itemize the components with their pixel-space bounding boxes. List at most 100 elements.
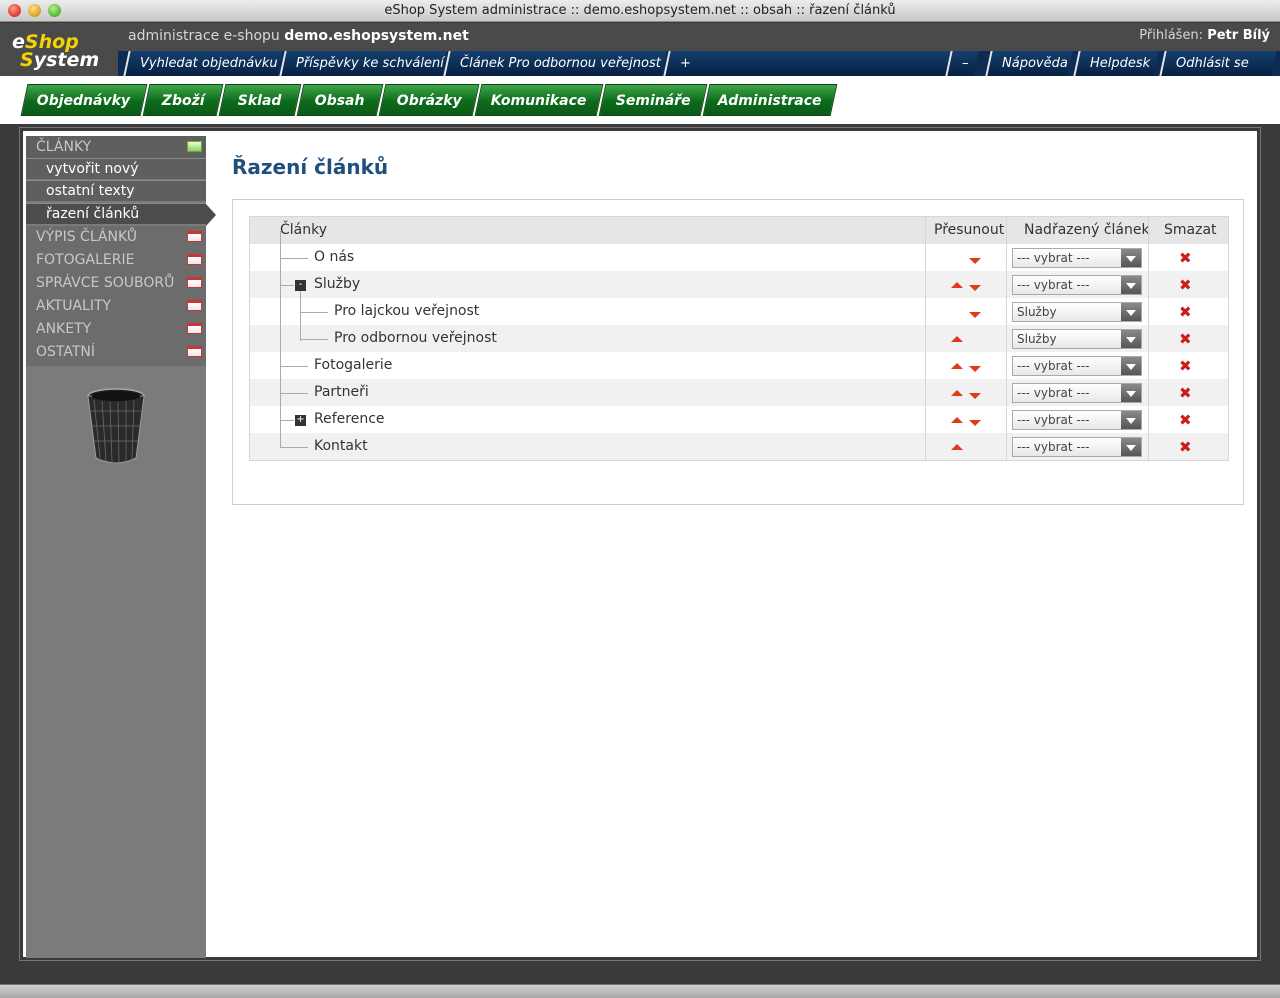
delete-icon[interactable]: ✖ [1179, 359, 1192, 374]
sidebar-section-photogallery[interactable]: FOTOGALERIE [26, 249, 206, 271]
tree-line [280, 231, 281, 447]
col-delete: Smazat [1164, 222, 1217, 238]
article-name: Partneři [314, 384, 369, 400]
sidebar-section-articles[interactable]: ČLÁNKY [26, 136, 206, 158]
logged-in-user: Přihlášen: Petr Bílý [1139, 28, 1270, 43]
move-down-icon[interactable] [969, 312, 981, 318]
folder-icon [187, 346, 202, 357]
article-name: Fotogalerie [314, 357, 393, 373]
parent-select[interactable]: Služby [1012, 329, 1142, 349]
parent-select[interactable]: Služby [1012, 302, 1142, 322]
parent-select[interactable]: --- vybrat --- [1012, 383, 1142, 403]
menu-orders[interactable]: Objednávky [20, 84, 148, 116]
move-up-icon[interactable] [951, 336, 963, 342]
move-up-icon[interactable] [951, 444, 963, 450]
move-up-icon[interactable] [951, 282, 963, 288]
parent-select[interactable]: --- vybrat --- [1012, 275, 1142, 295]
delete-icon[interactable]: ✖ [1179, 278, 1192, 293]
help-link[interactable]: Nápověda [985, 51, 1073, 76]
move-down-icon[interactable] [969, 258, 981, 264]
article-order-table: Články Přesunout Nadřazený článek Smazat… [249, 216, 1229, 461]
content-area: Řazení článků Články Přesunout Nadřazený… [208, 131, 1258, 957]
sidebar-item-article-order[interactable]: řazení článků [26, 203, 216, 226]
sidebar-item-other-texts[interactable]: ostatní texty [26, 180, 206, 201]
eshop-logo[interactable]: eShop System [10, 31, 110, 73]
move-up-icon[interactable] [951, 363, 963, 369]
chevron-down-icon [1121, 330, 1141, 348]
main-menu: Objednávky Zboží Sklad Obsah Obrázky Kom… [0, 76, 1280, 124]
quick-posts-approval[interactable]: Příspěvky ke schválení [279, 51, 447, 76]
logout-link[interactable]: Odhlásit se [1159, 51, 1277, 76]
article-name: Reference [314, 411, 385, 427]
article-name: O nás [314, 249, 355, 265]
quick-article-link[interactable]: Článek Pro odbornou veřejnost [443, 51, 667, 76]
move-down-icon[interactable] [969, 420, 981, 426]
move-down-icon[interactable] [969, 366, 981, 372]
table-row: Pro odbornou veřejnost Služby ✖ [250, 325, 1228, 352]
table-row: Fotogalerie --- vybrat --- ✖ [250, 352, 1228, 379]
menu-images[interactable]: Obrázky [378, 84, 480, 116]
chevron-down-icon [1121, 438, 1141, 456]
menu-seminars[interactable]: Semináře [598, 84, 708, 116]
shop-caption: administrace e-shopu demo.eshopsystem.ne… [128, 28, 469, 44]
table-row: Pro lajckou veřejnost Služby ✖ [250, 298, 1228, 325]
menu-communication[interactable]: Komunikace [474, 84, 604, 116]
helpdesk-link[interactable]: Helpdesk [1073, 51, 1159, 76]
parent-select[interactable]: --- vybrat --- [1012, 410, 1142, 430]
article-name: Pro lajckou veřejnost [334, 303, 480, 319]
menu-content[interactable]: Obsah [296, 84, 384, 116]
chevron-down-icon [1121, 411, 1141, 429]
delete-icon[interactable]: ✖ [1179, 251, 1192, 266]
window-statusbar [0, 984, 1280, 998]
shop-domain: demo.eshopsystem.net [284, 28, 469, 44]
col-move: Přesunout [934, 222, 1005, 238]
table-row: O nás --- vybrat --- ✖ [250, 244, 1228, 271]
quick-search-order[interactable]: Vyhledat objednávku [123, 51, 283, 76]
collapse-toggle-icon[interactable]: - [295, 280, 306, 291]
menu-administration[interactable]: Administrace [702, 84, 838, 116]
sidebar-section-news[interactable]: AKTUALITY [26, 295, 206, 317]
quick-add-button[interactable]: + [663, 51, 959, 76]
sidebar-item-create-new[interactable]: vytvořit nový [26, 158, 206, 179]
trash-bin-icon[interactable] [86, 386, 146, 466]
menu-goods[interactable]: Zboží [142, 84, 224, 116]
move-down-icon[interactable] [969, 393, 981, 399]
sidebar-section-file-manager[interactable]: SPRÁVCE SOUBORŮ [26, 272, 206, 294]
chevron-down-icon [1121, 249, 1141, 267]
delete-icon[interactable]: ✖ [1179, 386, 1192, 401]
folder-open-icon [187, 141, 202, 152]
window-titlebar: eShop System administrace :: demo.eshops… [0, 0, 1280, 22]
delete-icon[interactable]: ✖ [1179, 332, 1192, 347]
move-up-icon[interactable] [951, 417, 963, 423]
chevron-down-icon [1121, 276, 1141, 294]
zoom-window-button[interactable] [48, 4, 61, 17]
close-window-button[interactable] [8, 4, 21, 17]
page-title: Řazení článků [232, 155, 389, 179]
user-name: Petr Bílý [1207, 28, 1270, 43]
folder-icon [187, 323, 202, 334]
minimize-window-button[interactable] [28, 4, 41, 17]
table-row: Kontakt --- vybrat --- ✖ [250, 433, 1228, 460]
parent-select[interactable]: --- vybrat --- [1012, 356, 1142, 376]
sidebar-section-other[interactable]: OSTATNÍ [26, 341, 206, 363]
expand-toggle-icon[interactable]: + [295, 415, 306, 426]
delete-icon[interactable]: ✖ [1179, 440, 1192, 455]
sidebar-section-article-list[interactable]: VÝPIS ČLÁNKŮ [26, 226, 206, 248]
delete-icon[interactable]: ✖ [1179, 305, 1192, 320]
chevron-down-icon [1121, 357, 1141, 375]
sidebar-section-polls[interactable]: ANKETY [26, 318, 206, 340]
menu-stock[interactable]: Sklad [218, 84, 302, 116]
logo-letter-s: S [20, 49, 34, 71]
folder-icon [187, 300, 202, 311]
quick-remove-button[interactable]: – [945, 51, 979, 76]
chevron-down-icon [1121, 384, 1141, 402]
parent-select[interactable]: --- vybrat --- [1012, 437, 1142, 457]
table-row: + Reference --- vybrat --- ✖ [250, 406, 1228, 433]
move-up-icon[interactable] [951, 390, 963, 396]
chevron-down-icon [1121, 303, 1141, 321]
parent-select[interactable]: --- vybrat --- [1012, 248, 1142, 268]
sidebar: ČLÁNKY vytvořit nový ostatní texty řazen… [26, 136, 216, 958]
delete-icon[interactable]: ✖ [1179, 413, 1192, 428]
tree-line [300, 291, 301, 341]
move-down-icon[interactable] [969, 285, 981, 291]
